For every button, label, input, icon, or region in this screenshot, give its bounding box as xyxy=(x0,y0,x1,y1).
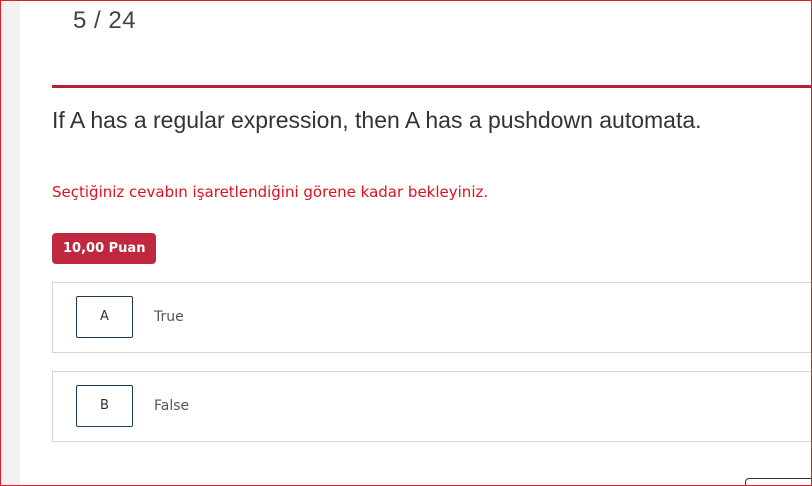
header-divider xyxy=(52,85,812,88)
question-counter: 5 / 24 xyxy=(73,7,137,34)
left-gutter xyxy=(1,1,20,485)
option-text-b: False xyxy=(154,398,190,414)
option-letter-b[interactable]: B xyxy=(76,385,133,427)
next-button-partial[interactable] xyxy=(745,478,812,486)
question-text: If A has a regular expression, then A ha… xyxy=(52,107,702,133)
wait-warning: Seçtiğiniz cevabın işaretlendiğini gören… xyxy=(52,183,489,201)
answer-option-a[interactable]: A True xyxy=(52,282,812,353)
option-text-a: True xyxy=(154,309,184,325)
option-letter-a[interactable]: A xyxy=(76,296,133,338)
answer-option-b[interactable]: B False xyxy=(52,371,812,442)
quiz-page: { "quiz": { "counter": "5 / 24", "questi… xyxy=(0,0,812,486)
points-badge: 10,00 Puan xyxy=(52,233,157,264)
